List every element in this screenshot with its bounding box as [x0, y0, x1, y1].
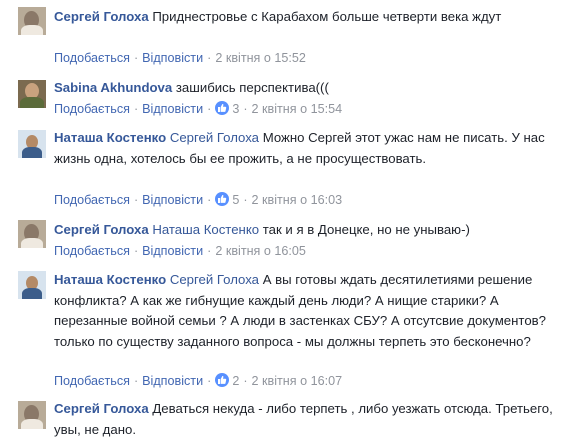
comment-mention[interactable]: Сергей Голоха — [170, 130, 259, 145]
comment-actions: Подобається · Відповісти · 3 · 2 квітня о 15:5… — [54, 99, 342, 119]
reply-link[interactable]: Відповісти — [142, 244, 203, 258]
separator: · — [207, 193, 212, 207]
like-count[interactable]: 2 — [229, 374, 239, 388]
separator: · — [207, 244, 212, 258]
like-link[interactable]: Подобається — [54, 51, 130, 65]
comment-author[interactable]: Наташа Костенко — [54, 130, 166, 145]
comment-actions: Подобається · Відповісти · 2 · 2 квітня о 16:0… — [54, 371, 342, 391]
separator: · — [243, 102, 248, 116]
separator: · — [207, 102, 212, 116]
avatar[interactable] — [18, 130, 46, 158]
comment-body: Наташа Костенко Сергей Голоха А вы готов… — [54, 270, 554, 352]
comment-author[interactable]: Наташа Костенко — [54, 272, 166, 287]
comment-text: зашибись перспектива((( — [175, 80, 329, 95]
like-link[interactable]: Подобається — [54, 374, 130, 388]
like-link[interactable]: Подобається — [54, 193, 130, 207]
avatar[interactable] — [18, 220, 46, 248]
like-icon[interactable] — [215, 192, 230, 206]
timestamp[interactable]: 2 квітня о 16:07 — [252, 374, 343, 388]
comment-author[interactable]: Сергей Голоха — [54, 401, 149, 416]
comment-actions: Подобається · Відповісти · 2 квітня о 16:05 — [54, 241, 306, 261]
comment-author[interactable]: Sabina Akhundova — [54, 80, 172, 95]
timestamp[interactable]: 2 квітня о 16:05 — [215, 244, 306, 258]
comment-body: Наташа Костенко Сергей Голоха Можно Серг… — [54, 128, 554, 169]
reply-link[interactable]: Відповісти — [142, 102, 203, 116]
avatar[interactable] — [18, 271, 46, 299]
avatar[interactable] — [18, 401, 46, 429]
comment-body: Sabina Akhundova зашибись перспектива((( — [54, 78, 554, 99]
timestamp[interactable]: 2 квітня о 16:03 — [252, 193, 343, 207]
like-icon[interactable] — [215, 373, 230, 387]
comment-mention[interactable]: Сергей Голоха — [170, 272, 259, 287]
reply-link[interactable]: Відповісти — [142, 193, 203, 207]
separator: · — [133, 102, 139, 116]
comment-actions: Подобається · Відповісти · 2 квітня о 15:52 — [54, 48, 306, 68]
avatar[interactable] — [18, 7, 46, 35]
comment-mention[interactable]: Наташа Костенко — [152, 222, 259, 237]
avatar[interactable] — [18, 80, 46, 108]
comment-text: так и я в Донецке, но не унываю-) — [262, 222, 470, 237]
separator: · — [133, 51, 139, 65]
separator: · — [207, 51, 212, 65]
comment-text: Приднестровье с Карабахом больше четверт… — [152, 9, 502, 24]
reply-link[interactable]: Відповісти — [142, 51, 203, 65]
separator: · — [243, 374, 248, 388]
like-count[interactable]: 5 — [229, 193, 239, 207]
like-link[interactable]: Подобається — [54, 244, 130, 258]
separator: · — [133, 193, 139, 207]
comment-body: Сергей Голоха Приднестровье с Карабахом … — [54, 7, 554, 28]
separator: · — [207, 374, 212, 388]
reply-link[interactable]: Відповісти — [142, 374, 203, 388]
timestamp[interactable]: 2 квітня о 15:54 — [252, 102, 343, 116]
comment-body: Сергей Голоха Деваться некуда - либо тер… — [54, 399, 554, 440]
separator: · — [133, 374, 139, 388]
like-icon[interactable] — [215, 101, 230, 115]
comment-author[interactable]: Сергей Голоха — [54, 9, 149, 24]
comment-author[interactable]: Сергей Голоха — [54, 222, 149, 237]
comment-actions: Подобається · Відповісти · 5 · 2 квітня о 16:0… — [54, 190, 342, 210]
timestamp[interactable]: 2 квітня о 15:52 — [215, 51, 306, 65]
separator: · — [133, 244, 139, 258]
separator: · — [243, 193, 248, 207]
like-link[interactable]: Подобається — [54, 102, 130, 116]
like-count[interactable]: 3 — [229, 102, 239, 116]
comment-body: Сергей Голоха Наташа Костенко так и я в … — [54, 220, 554, 241]
